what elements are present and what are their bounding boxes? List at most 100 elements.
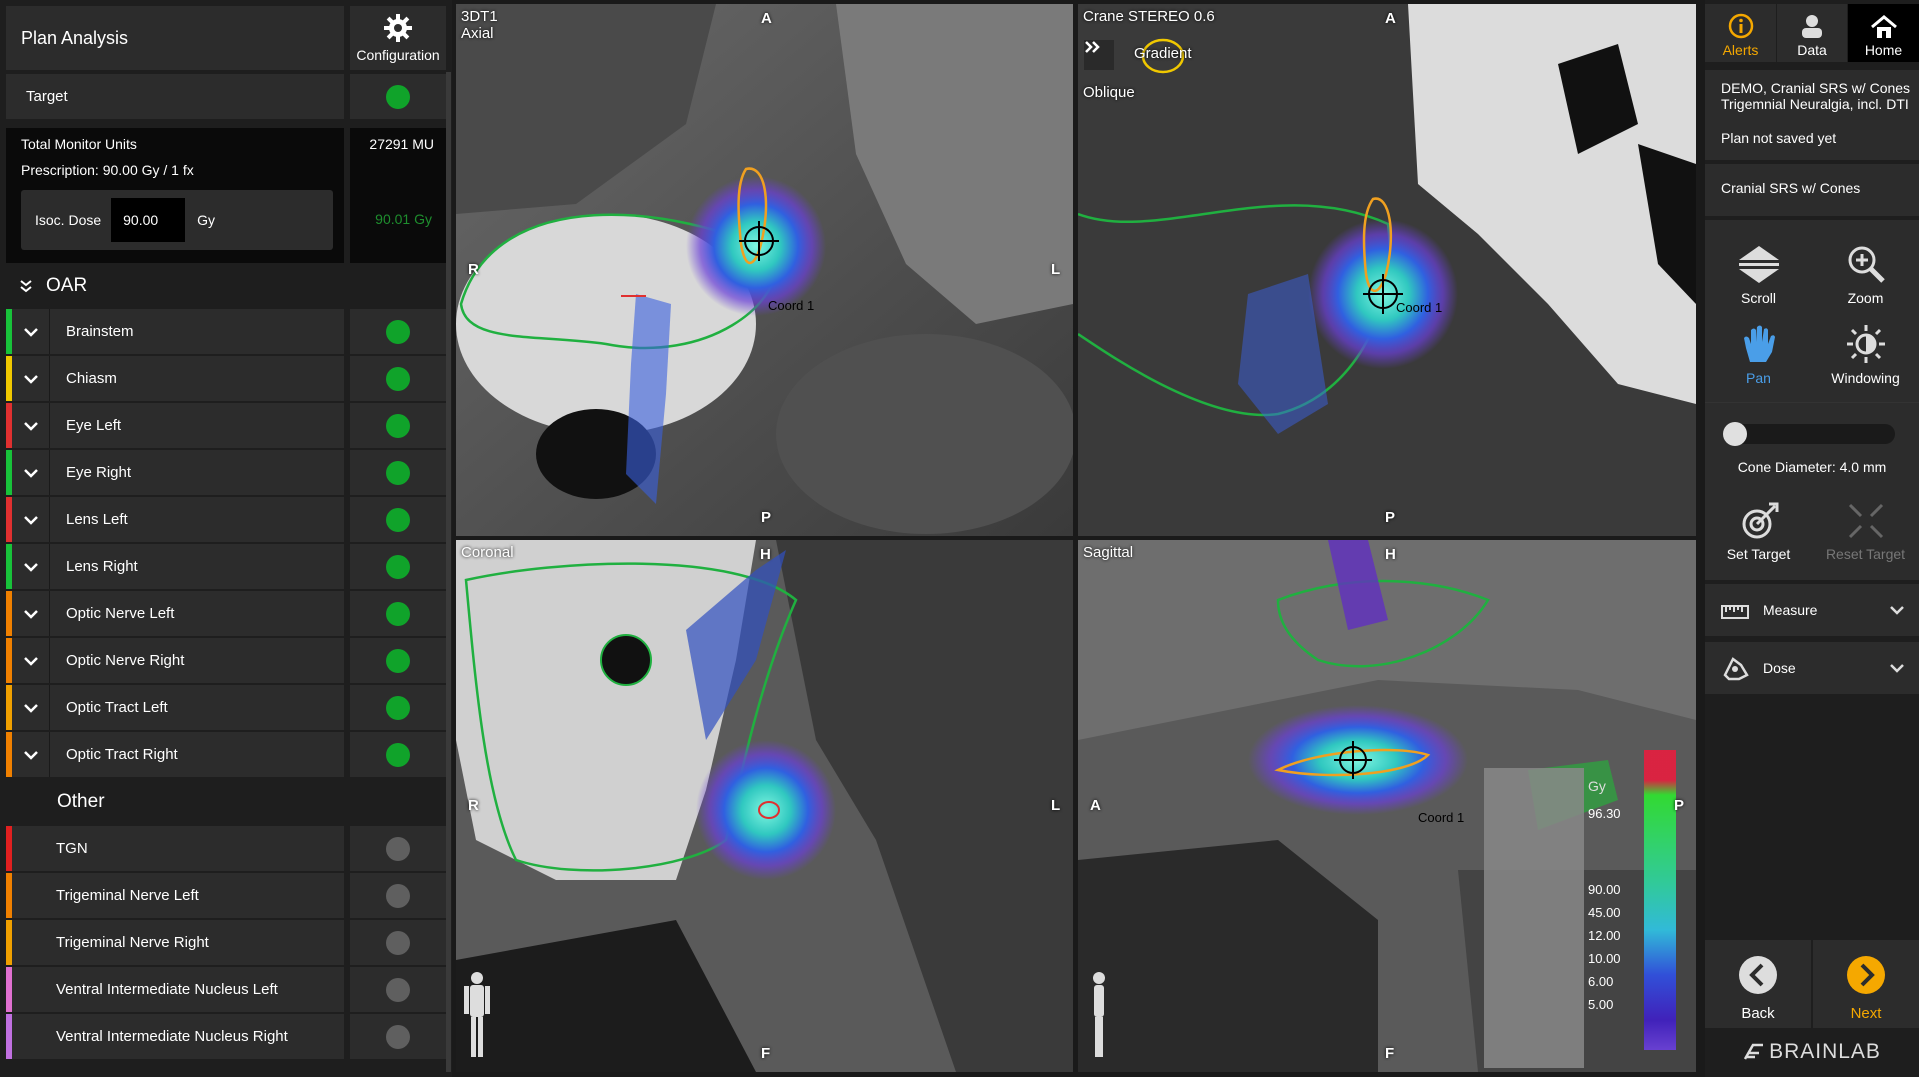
chevron-down-icon[interactable] bbox=[12, 638, 50, 683]
structure-row[interactable]: Optic Tract Right bbox=[6, 732, 344, 777]
chevron-down-icon[interactable] bbox=[12, 732, 50, 777]
chevron-down-icon[interactable] bbox=[12, 591, 50, 636]
sagittal-view[interactable]: Sagittal H F A P Coord 1 Gy 96.30 90.00 … bbox=[1078, 540, 1696, 1072]
orient-right: L bbox=[1051, 261, 1061, 278]
info-icon bbox=[1728, 13, 1753, 39]
plan-info: DEMO, Cranial SRS w/ Cones Trigemnial Ne… bbox=[1705, 70, 1919, 160]
home-button[interactable]: Home bbox=[1848, 4, 1919, 62]
status-dot bbox=[386, 695, 410, 720]
back-label: Back bbox=[1741, 1005, 1775, 1022]
structure-name: Optic Nerve Right bbox=[66, 652, 185, 669]
data-button[interactable]: Data bbox=[1777, 4, 1847, 62]
legend-value: 6.00 bbox=[1588, 974, 1614, 989]
home-icon bbox=[1870, 15, 1897, 38]
structure-row[interactable]: Eye Left bbox=[6, 403, 344, 448]
chevron-down-icon[interactable] bbox=[12, 544, 50, 589]
hand-icon bbox=[1743, 325, 1775, 362]
reset-target-button[interactable]: Reset Target bbox=[1812, 494, 1919, 562]
structure-row[interactable]: Optic Tract Left bbox=[6, 685, 344, 730]
structure-status bbox=[350, 732, 446, 777]
target-status bbox=[350, 74, 446, 119]
configuration-label: Configuration bbox=[356, 47, 440, 63]
structure-row[interactable]: Trigeminal Nerve Right bbox=[6, 920, 344, 965]
isoc-dose-group: Isoc. Dose 90.00 Gy bbox=[21, 190, 333, 250]
structure-name: Optic Tract Right bbox=[66, 746, 178, 763]
expand-icon[interactable] bbox=[1084, 40, 1114, 70]
pan-button[interactable]: Pan bbox=[1705, 316, 1812, 386]
collapse-arrows-icon bbox=[1848, 503, 1883, 539]
oar-header[interactable]: OAR bbox=[6, 263, 344, 308]
scrollbar[interactable] bbox=[446, 72, 451, 1072]
chevron-down-icon[interactable] bbox=[12, 356, 50, 401]
next-button[interactable]: Next bbox=[1813, 940, 1919, 1028]
arrow-left-icon bbox=[1739, 956, 1777, 994]
structure-name: Eye Right bbox=[66, 464, 132, 481]
panel-title-row: Plan Analysis bbox=[6, 6, 344, 70]
slider-thumb[interactable] bbox=[1723, 422, 1747, 446]
structure-row[interactable]: TGN bbox=[6, 826, 344, 871]
structure-row[interactable]: Lens Left bbox=[6, 497, 344, 542]
coronal-view[interactable]: Coronal H F R L bbox=[456, 540, 1073, 1072]
structure-row[interactable]: Eye Right bbox=[6, 450, 344, 495]
status-dot bbox=[386, 366, 410, 391]
legend-value: 96.30 bbox=[1588, 806, 1621, 821]
user-data-icon bbox=[1802, 15, 1822, 38]
patient-orientation-icon bbox=[464, 972, 490, 1057]
orient-top: H bbox=[1385, 546, 1396, 563]
cone-slider[interactable] bbox=[1723, 422, 1895, 446]
status-dot bbox=[386, 84, 410, 109]
orient-top: A bbox=[1385, 10, 1396, 27]
zoom-button[interactable]: Zoom bbox=[1812, 236, 1919, 306]
back-button[interactable]: Back bbox=[1705, 940, 1811, 1028]
chevron-down-icon[interactable] bbox=[12, 497, 50, 542]
measure-menu[interactable]: Measure bbox=[1705, 584, 1919, 636]
coord-label: Coord 1 bbox=[1418, 810, 1465, 825]
structure-status bbox=[350, 309, 446, 354]
oblique-view[interactable]: Crane STEREO 0.6 Gradient Oblique A P Co… bbox=[1078, 4, 1696, 536]
structure-status bbox=[350, 638, 446, 683]
target-label: Target bbox=[26, 88, 68, 105]
legend-value: 45.00 bbox=[1588, 905, 1621, 920]
structure-row[interactable]: Ventral Intermediate Nucleus Right bbox=[6, 1014, 344, 1059]
configuration-button[interactable]: Configuration bbox=[350, 6, 446, 70]
chevron-down-icon[interactable] bbox=[12, 309, 50, 354]
isoc-dose-input[interactable]: 90.00 bbox=[111, 198, 186, 242]
target-row[interactable]: Target bbox=[6, 74, 344, 119]
structure-row[interactable]: Ventral Intermediate Nucleus Left bbox=[6, 967, 344, 1012]
structure-color-bar bbox=[6, 920, 12, 965]
dose-menu[interactable]: Dose bbox=[1705, 642, 1919, 694]
windowing-label: Windowing bbox=[1831, 370, 1900, 386]
chevron-down-icon[interactable] bbox=[12, 450, 50, 495]
structure-color-bar bbox=[6, 967, 12, 1012]
scroll-icon bbox=[1738, 246, 1779, 283]
structure-status bbox=[350, 403, 446, 448]
windowing-button[interactable]: Windowing bbox=[1812, 316, 1919, 386]
axial-view[interactable]: 3DT1 Axial A P R L Coord 1 bbox=[456, 4, 1073, 536]
gradient-label[interactable]: Gradient bbox=[1134, 45, 1192, 62]
status-dot bbox=[386, 319, 410, 344]
structure-row[interactable]: Lens Right bbox=[6, 544, 344, 589]
orient-bottom: F bbox=[761, 1045, 771, 1062]
legend-value: 12.00 bbox=[1588, 928, 1621, 943]
structure-row[interactable]: Brainstem bbox=[6, 309, 344, 354]
coord-label: Coord 1 bbox=[1396, 300, 1443, 315]
status-dot bbox=[386, 742, 410, 767]
coronal-image bbox=[456, 540, 1073, 1072]
set-target-button[interactable]: Set Target bbox=[1705, 494, 1812, 562]
chevron-down-icon[interactable] bbox=[12, 403, 50, 448]
structure-row[interactable]: Chiasm bbox=[6, 356, 344, 401]
scroll-button[interactable]: Scroll bbox=[1705, 236, 1812, 306]
structure-row[interactable]: Optic Nerve Left bbox=[6, 591, 344, 636]
other-header-label: Other bbox=[57, 790, 105, 812]
arrow-right-icon bbox=[1847, 956, 1885, 994]
structure-row[interactable]: Optic Nerve Right bbox=[6, 638, 344, 683]
structure-row[interactable]: Trigeminal Nerve Left bbox=[6, 873, 344, 918]
plan-status: Plan not saved yet bbox=[1721, 130, 1837, 146]
chevron-down-icon[interactable] bbox=[12, 685, 50, 730]
oar-header-label: OAR bbox=[46, 274, 88, 296]
axial-title: 3DT1 Axial bbox=[461, 8, 498, 42]
reset-target-label: Reset Target bbox=[1825, 546, 1906, 562]
alerts-button[interactable]: Alerts bbox=[1705, 4, 1776, 62]
status-dot bbox=[386, 413, 410, 438]
dose-label: Dose bbox=[1763, 660, 1796, 676]
